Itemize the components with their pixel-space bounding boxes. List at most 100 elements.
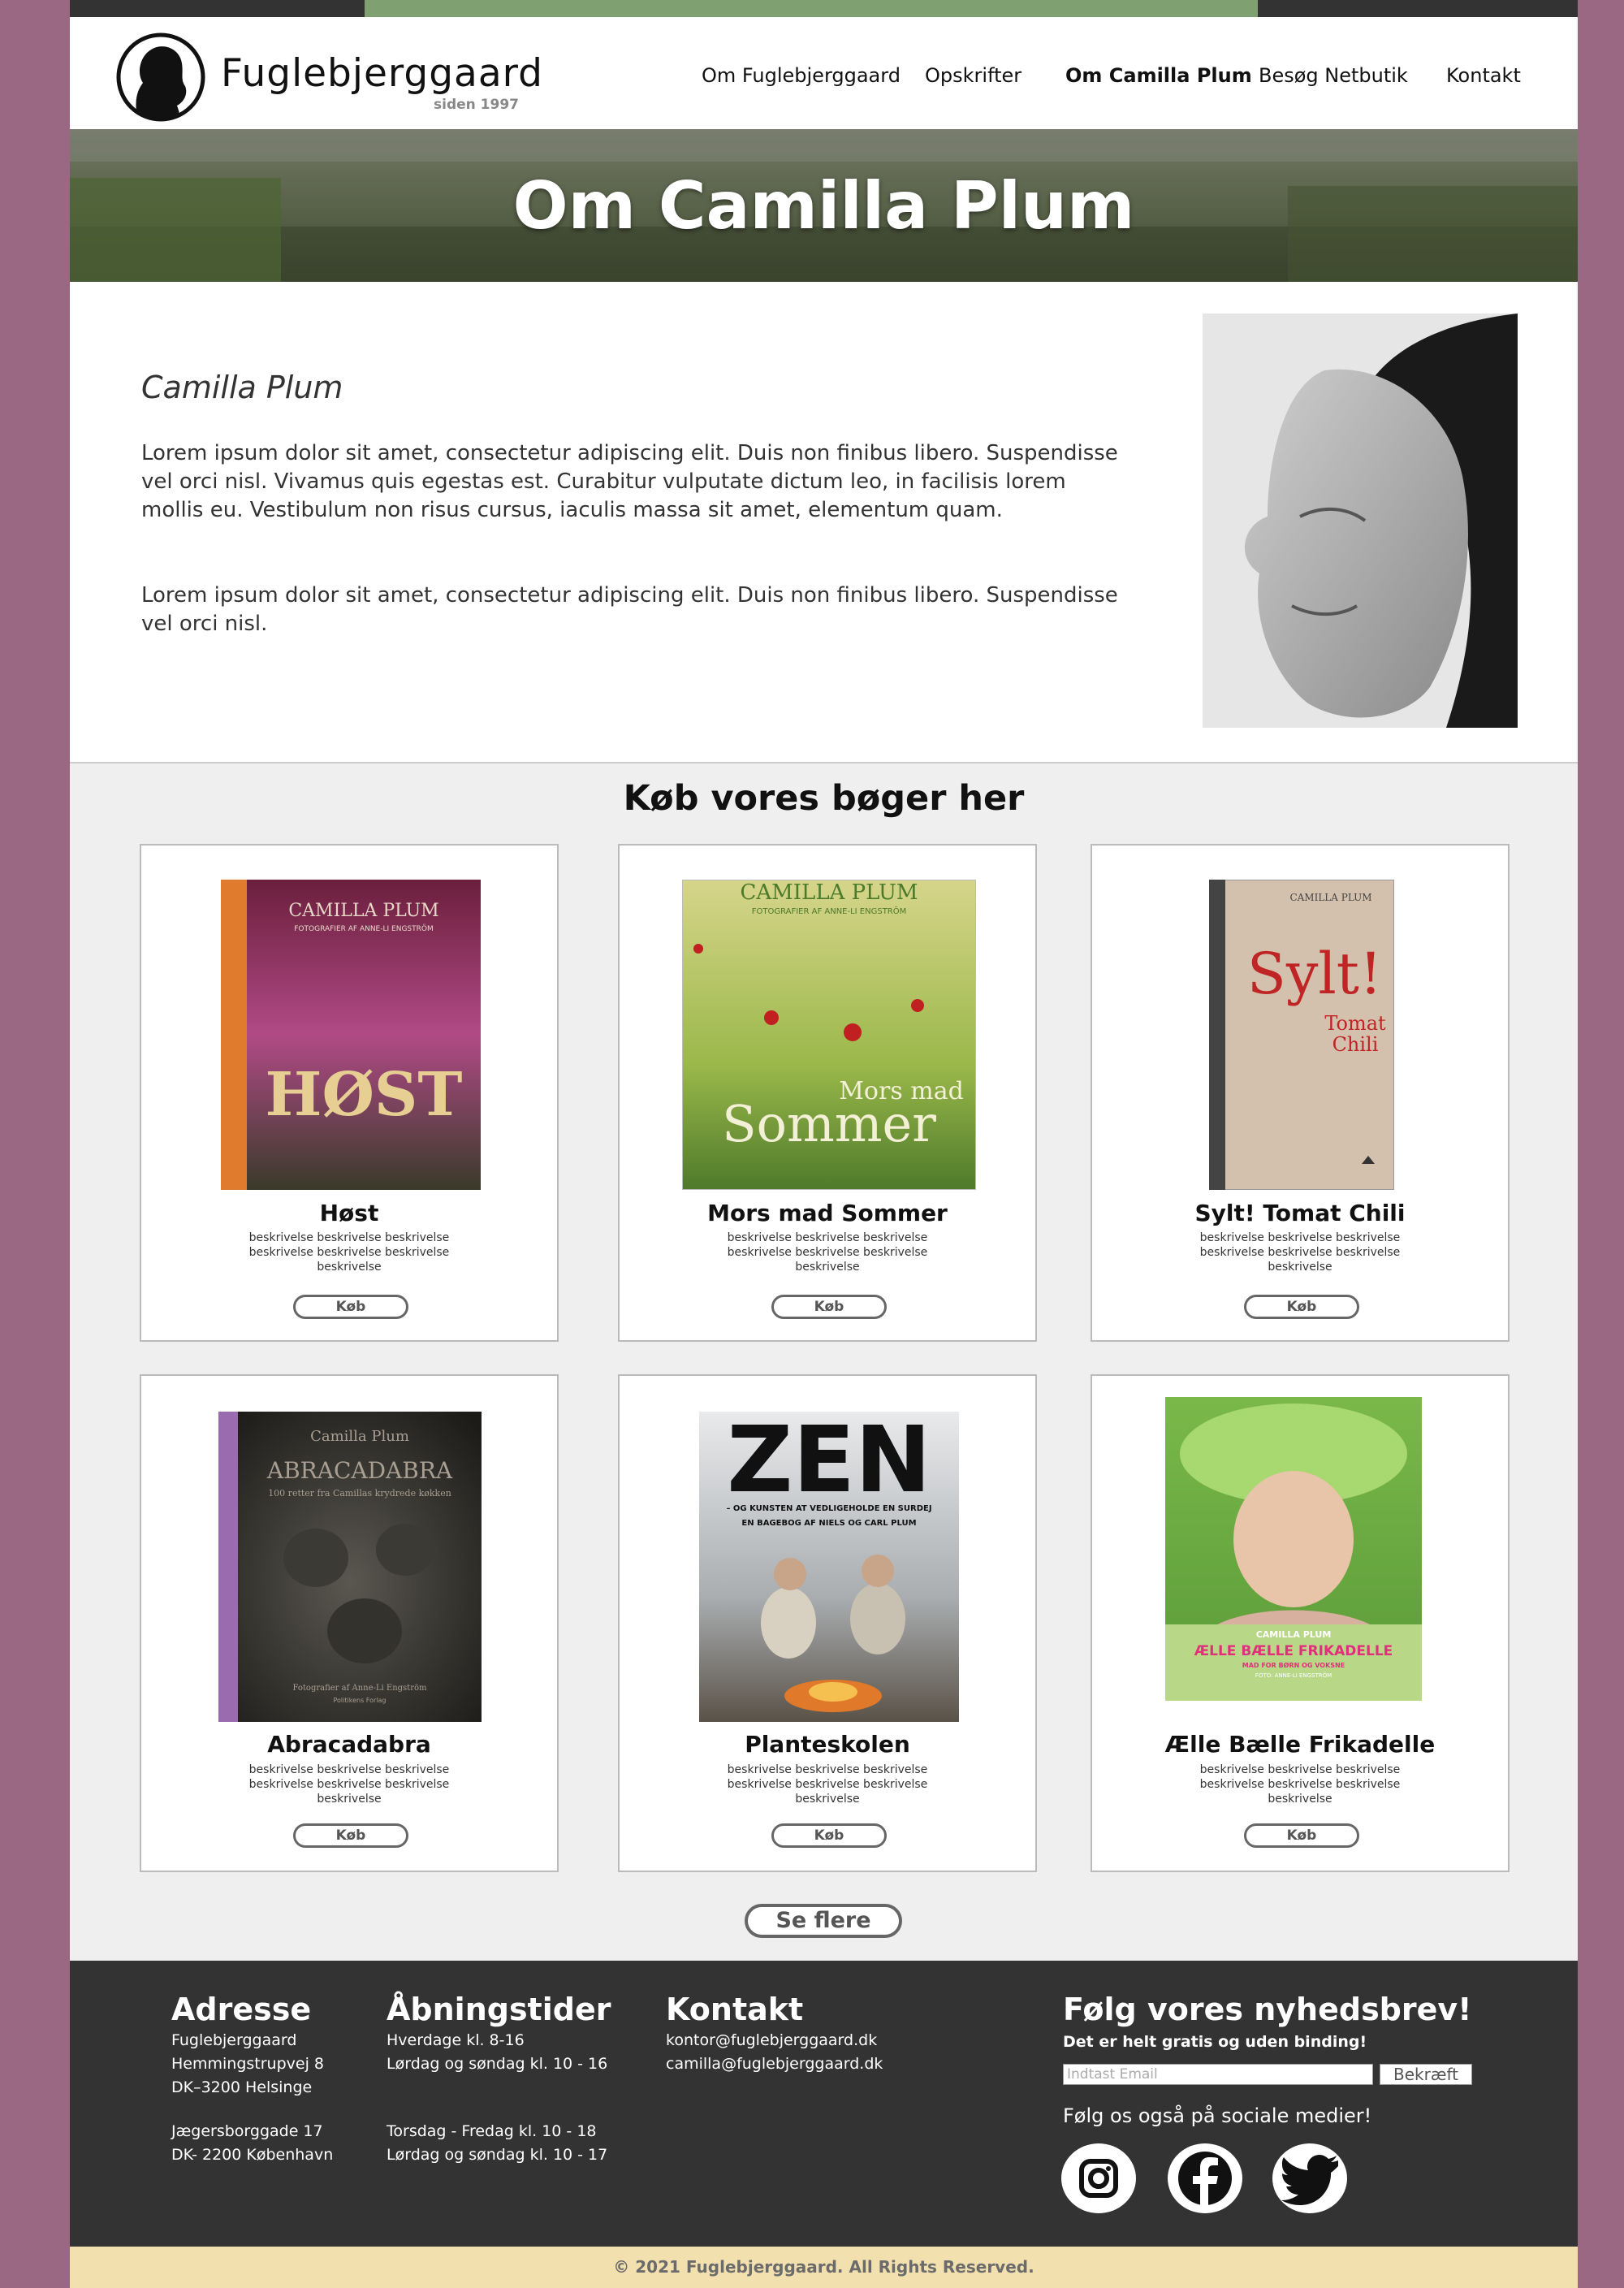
social-follow-text: Følg os også på sociale medier! xyxy=(1063,2104,1372,2127)
book-cover-hoest[interactable]: CAMILLA PLUM FOTOGRAFIER AF ANNE-LI ENGS… xyxy=(221,880,481,1190)
footer-contact-text: kontor@fuglebjerggaard.dk camilla@fugleb… xyxy=(666,2029,883,2076)
newsletter-title: Følg vores nyhedsbrev! xyxy=(1063,1992,1472,2027)
footer-address-title: Adresse xyxy=(171,1992,312,2027)
book-card-aelle-baelle-frikadelle: CAMILLA PLUM ÆLLE BÆLLE FRIKADELLE MAD F… xyxy=(1091,1374,1510,1872)
hours-line: Lørdag og søndag kl. 10 - 17 xyxy=(387,2146,608,2164)
buy-button[interactable]: Køb xyxy=(293,1295,408,1319)
cover-title: ÆLLE BÆLLE FRIKADELLE xyxy=(1194,1643,1393,1659)
footer-hours-text: Hverdage kl. 8-16 Lørdag og søndag kl. 1… xyxy=(387,2029,607,2167)
cover-subtitle: MAD FOR BØRN OG VOKSNE xyxy=(1242,1661,1345,1669)
footer-hours-title: Åbningstider xyxy=(387,1992,611,2027)
address-line: Fuglebjerggaard xyxy=(171,2031,297,2049)
cover-author: CAMILLA PLUM xyxy=(288,901,438,921)
book-cover-sylt-tomat-chili[interactable]: CAMILLA PLUM Sylt! Tomat Chili xyxy=(1209,880,1394,1190)
cover-photographer: FOTOGRAFIER AF ANNE-LI ENGSTRÖM xyxy=(752,906,907,916)
hero-banner: Om Camilla Plum xyxy=(70,129,1578,282)
newsletter-subtitle: Det er helt gratis og uden binding! xyxy=(1063,2033,1367,2051)
buy-button[interactable]: Køb xyxy=(293,1823,408,1848)
about-paragraph-2: Lorem ipsum dolor sit amet, consectetur … xyxy=(141,583,1118,636)
copyright-bar: © 2021 Fuglebjerggaard. All Rights Reser… xyxy=(70,2247,1578,2288)
buy-button[interactable]: Køb xyxy=(1244,1295,1359,1319)
book-title[interactable]: Mors mad Sommer xyxy=(620,1200,1035,1226)
cover-line-2: EN BAGEBOG AF NIELS OG CARL PLUM xyxy=(741,1519,916,1528)
cover-photographer: Fotografier af Anne-Li Engström xyxy=(293,1684,427,1693)
hours-line: Lørdag og søndag kl. 10 - 16 xyxy=(387,2055,608,2073)
book-card-mors-mad-sommer: CAMILLA PLUM FOTOGRAFIER AF ANNE-LI ENGS… xyxy=(618,844,1037,1342)
cover-line-1: – OG KUNSTEN AT VEDLIGEHOLDE EN SURDEJ xyxy=(726,1504,931,1513)
cover-title: ZEN xyxy=(727,1412,931,1513)
logo-text[interactable]: Fuglebjerggaard xyxy=(221,51,543,96)
page: Fuglebjerggaard siden 1997 Om Fuglebjerg… xyxy=(70,0,1578,2288)
site-footer: Adresse Fuglebjerggaard Hemmingstrupvej … xyxy=(70,1961,1578,2247)
buy-button[interactable]: Køb xyxy=(771,1295,887,1319)
about-paragraph-1: Lorem ipsum dolor sit amet, consectetur … xyxy=(141,441,1118,522)
footer-address-text: Fuglebjerggaard Hemmingstrupvej 8 DK–320… xyxy=(171,2029,333,2167)
hours-line: Torsdag - Fredag kl. 10 - 18 xyxy=(387,2122,597,2140)
site-header: Fuglebjerggaard siden 1997 Om Fuglebjerg… xyxy=(70,17,1578,129)
book-title[interactable]: Høst xyxy=(141,1200,557,1226)
cover-author: CAMILLA PLUM xyxy=(1289,892,1371,903)
cover-subtitle-1: Tomat xyxy=(1324,1012,1386,1035)
book-description: beskrivelse beskrivelse beskrivelse besk… xyxy=(1199,1763,1401,1806)
book-description: beskrivelse beskrivelse beskrivelse besk… xyxy=(727,1763,928,1806)
logo-since: siden 1997 xyxy=(434,97,519,113)
nav-opskrifter[interactable]: Opskrifter xyxy=(925,64,1021,87)
hours-line: Hverdage kl. 8-16 xyxy=(387,2031,525,2049)
contact-email-link[interactable]: kontor@fuglebjerggaard.dk xyxy=(666,2029,883,2052)
newsletter-confirm-button[interactable]: Bekræft xyxy=(1380,2064,1472,2085)
book-title[interactable]: Planteskolen xyxy=(620,1731,1035,1758)
book-card-planteskolen: ZEN – OG KUNSTEN AT VEDLIGEHOLDE EN SURD… xyxy=(618,1374,1037,1872)
book-cover-abracadabra[interactable]: Camilla Plum ABRACADABRA 100 retter fra … xyxy=(218,1412,482,1722)
book-cover-aelle-baelle-frikadelle[interactable]: CAMILLA PLUM ÆLLE BÆLLE FRIKADELLE MAD F… xyxy=(1165,1397,1422,1701)
book-description: beskrivelse beskrivelse beskrivelse besk… xyxy=(1199,1231,1401,1274)
book-title[interactable]: Abracadabra xyxy=(141,1731,557,1758)
cover-subtitle-2: Chili xyxy=(1332,1033,1379,1056)
buy-button[interactable]: Køb xyxy=(1244,1823,1359,1848)
nav-om-camilla-plum[interactable]: Om Camilla Plum xyxy=(1065,64,1252,87)
newsletter-email-input[interactable]: Indtast Email xyxy=(1063,2064,1373,2085)
buy-button[interactable]: Køb xyxy=(771,1823,887,1848)
address-spacer xyxy=(171,2100,333,2120)
nav-om-fuglebjerggaard[interactable]: Om Fuglebjerggaard xyxy=(702,64,901,87)
address-line: DK–3200 Helsinge xyxy=(171,2078,313,2096)
shop-title: Køb vores bøger her xyxy=(623,778,1025,819)
nav-kontakt[interactable]: Kontakt xyxy=(1446,64,1521,87)
cover-author: Camilla Plum xyxy=(310,1428,409,1445)
twitter-icon[interactable] xyxy=(1272,2143,1347,2213)
address-line: Hemmingstrupvej 8 xyxy=(171,2055,324,2073)
book-title[interactable]: Sylt! Tomat Chili xyxy=(1092,1200,1508,1226)
logo-portrait-icon[interactable] xyxy=(112,32,209,122)
instagram-icon[interactable] xyxy=(1061,2143,1136,2213)
address-line: Jægersborggade 17 xyxy=(171,2122,323,2140)
book-cover-mors-mad-sommer[interactable]: CAMILLA PLUM FOTOGRAFIER AF ANNE-LI ENGS… xyxy=(682,880,976,1190)
book-cover-planteskolen[interactable]: ZEN – OG KUNSTEN AT VEDLIGEHOLDE EN SURD… xyxy=(699,1412,959,1722)
book-card-hoest: CAMILLA PLUM FOTOGRAFIER AF ANNE-LI ENGS… xyxy=(140,844,559,1342)
top-bar xyxy=(70,0,1578,17)
see-more-button[interactable]: Se flere xyxy=(745,1904,902,1938)
cover-photographer: FOTOGRAFIER AF ANNE-LI ENGSTRÖM xyxy=(294,924,433,933)
cover-title: Sylt! xyxy=(1247,941,1382,1007)
hours-spacer xyxy=(387,2076,607,2120)
book-description: beskrivelse beskrivelse beskrivelse besk… xyxy=(248,1763,450,1806)
facebook-icon[interactable] xyxy=(1168,2143,1242,2213)
camilla-plum-portrait xyxy=(1203,314,1518,728)
cover-photographer: FOTO: ANNE-LI ENGSTRÖM xyxy=(1255,1672,1332,1679)
address-line: DK- 2200 København xyxy=(171,2146,334,2164)
cover-publisher: Politikens Forlag xyxy=(334,1697,387,1704)
cover-title: ABRACADABRA xyxy=(266,1457,453,1484)
cover-subtitle: 100 retter fra Camillas krydrede køkken xyxy=(268,1488,451,1499)
book-card-sylt-tomat-chili: CAMILLA PLUM Sylt! Tomat Chili Sylt! Tom… xyxy=(1091,844,1510,1342)
book-description: beskrivelse beskrivelse beskrivelse besk… xyxy=(727,1231,928,1274)
book-description: beskrivelse beskrivelse beskrivelse besk… xyxy=(248,1231,450,1274)
cover-author: CAMILLA PLUM xyxy=(740,880,918,905)
book-title[interactable]: Ælle Bælle Frikadelle xyxy=(1092,1731,1508,1758)
shop-section: Køb vores bøger her CAMILLA PLUM FOTOGRA… xyxy=(70,762,1578,1962)
book-card-abracadabra: Camilla Plum ABRACADABRA 100 retter fra … xyxy=(140,1374,559,1872)
nav-besoeg-netbutik[interactable]: Besøg Netbutik xyxy=(1259,64,1408,87)
cover-author: CAMILLA PLUM xyxy=(1256,1629,1332,1640)
about-name: Camilla Plum xyxy=(141,370,343,405)
cover-title: HØST xyxy=(266,1060,463,1130)
contact-email-link[interactable]: camilla@fuglebjerggaard.dk xyxy=(666,2052,883,2076)
top-bar-accent xyxy=(365,0,1258,17)
cover-title: Sommer xyxy=(722,1094,936,1153)
